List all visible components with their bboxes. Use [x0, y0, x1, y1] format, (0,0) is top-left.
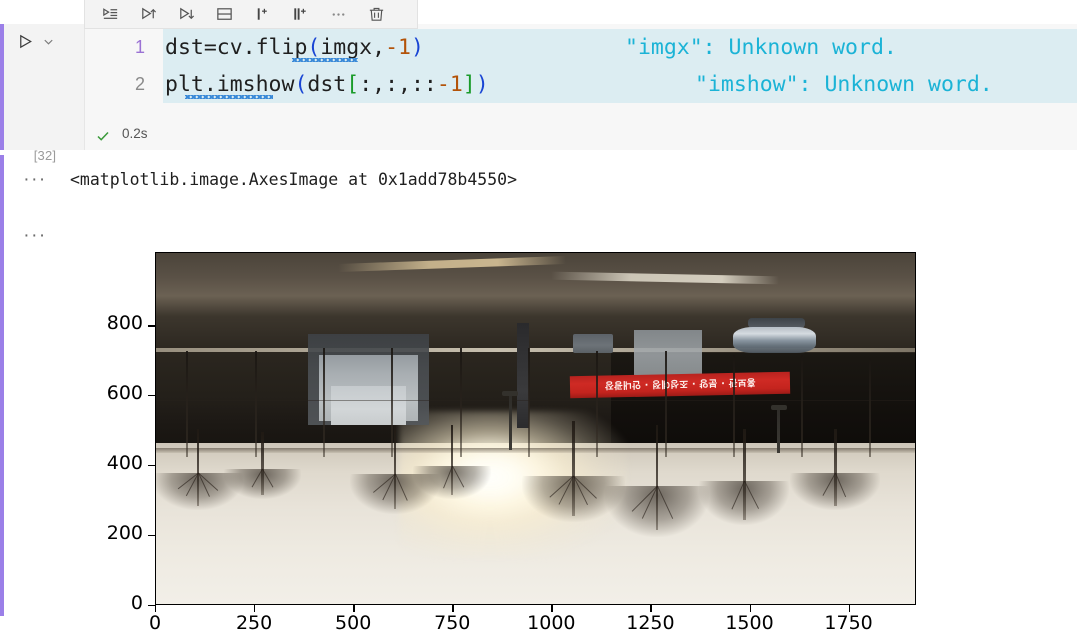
cell-toolbar	[84, 0, 418, 29]
y-tick-mark	[148, 325, 155, 327]
output-repr-text: <matplotlib.image.AxesImage at 0x1add78b…	[70, 170, 518, 189]
cell-output-figure: ··· 홍보관 · 분양 · 조성예정 · 안내광장 0 200 400 600…	[0, 211, 1077, 634]
success-check-icon	[95, 128, 111, 144]
split-cell-icon[interactable]	[205, 2, 243, 26]
x-tick-label: 500	[335, 612, 372, 634]
flipped-photograph-image: 홍보관 · 분양 · 조성예정 · 안내광장	[156, 253, 915, 604]
code-lines-container: 1 dst=cv.flip(imgx,-1) "imgx": Unknown wor…	[85, 29, 1077, 103]
x-tick-mark	[749, 605, 751, 612]
code-line-1[interactable]: 1 dst=cv.flip(imgx,-1) "imgx": Unknown wor…	[85, 29, 1077, 66]
y-tick-label: 800	[106, 312, 143, 335]
code-editor[interactable]: 1 dst=cv.flip(imgx,-1) "imgx": Unknown wor…	[84, 24, 1077, 134]
matplotlib-axes: 홍보관 · 분양 · 조성예정 · 안내광장	[155, 252, 916, 605]
x-tick-label: 1000	[527, 612, 576, 634]
delete-cell-icon[interactable]	[357, 2, 395, 26]
line-number: 1	[134, 37, 145, 57]
y-tick-label: 400	[106, 452, 143, 475]
spelling-squiggle	[185, 95, 273, 99]
notebook-code-cell[interactable]: [32] 1 dst=cv.flip(imgx,-1) "imgx": Unknow…	[0, 24, 1077, 163]
execute-cell-button[interactable]	[14, 30, 36, 52]
y-tick-label: 600	[106, 382, 143, 405]
x-tick-mark	[353, 605, 355, 612]
spell-check-hint: "imgx": Unknown word.	[625, 35, 897, 60]
figure-accent-bar	[0, 211, 4, 616]
x-tick-label: 250	[235, 612, 273, 634]
cell-status-bar: 0.2s	[84, 126, 1077, 150]
figure-more-actions-icon[interactable]: ···	[16, 225, 54, 247]
cell-run-gutter: [32]	[4, 24, 84, 163]
y-tick-label: 200	[106, 522, 143, 545]
spell-check-hint: "imshow": Unknown word.	[695, 72, 993, 97]
x-tick-label: 1250	[626, 612, 675, 634]
code-line-2[interactable]: 2 plt.imshow(dst[:,:,::-1]) "imshow": Unkn…	[85, 66, 1077, 103]
execute-above-cells-icon[interactable]	[129, 2, 167, 26]
x-tick-mark	[452, 605, 454, 612]
matplotlib-figure: 홍보관 · 분양 · 조성예정 · 안내광장 0 200 400 600 800…	[84, 222, 942, 634]
output-accent-bar	[0, 155, 4, 211]
execution-duration-label: 0.2s	[122, 126, 148, 141]
x-tick-label: 750	[434, 612, 471, 634]
output-more-actions-icon[interactable]: ···	[16, 169, 54, 191]
insert-code-cell-icon[interactable]	[243, 2, 281, 26]
chevron-down-icon[interactable]	[38, 30, 58, 52]
execute-cell-below-icon[interactable]	[167, 2, 205, 26]
x-tick-label: 0	[148, 612, 162, 634]
x-tick-label: 1500	[725, 612, 774, 634]
run-by-line-icon[interactable]	[91, 2, 129, 26]
y-tick-mark	[148, 395, 155, 397]
x-tick-mark	[254, 605, 256, 612]
spelling-squiggle	[292, 58, 358, 62]
x-tick-label: 1750	[824, 612, 873, 634]
x-tick-mark	[848, 605, 850, 612]
insert-markdown-cell-icon[interactable]	[281, 2, 319, 26]
x-tick-mark	[155, 605, 157, 612]
y-tick-mark	[148, 535, 155, 537]
cell-output-text: ··· <matplotlib.image.AxesImage at 0x1ad…	[0, 155, 1077, 211]
more-actions-icon[interactable]	[319, 2, 357, 26]
y-tick-label: 0	[130, 592, 143, 614]
x-tick-mark	[551, 605, 553, 612]
line-number: 2	[134, 74, 145, 94]
x-tick-mark	[650, 605, 652, 612]
y-tick-mark	[148, 465, 155, 467]
y-tick-mark	[148, 605, 155, 607]
